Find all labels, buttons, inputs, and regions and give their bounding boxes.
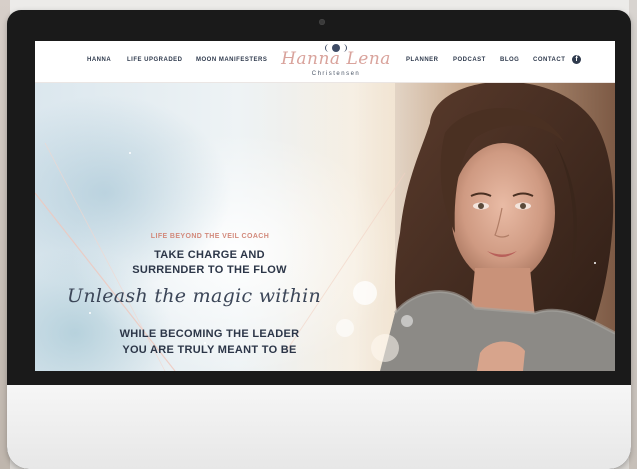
- hero-subline-2: YOU ARE TRULY MEANT TO BE: [122, 344, 297, 356]
- hero-banner: LIFE BEYOND THE VEIL COACH TAKE CHARGE A…: [35, 83, 615, 371]
- nav-link-moon-manifesters[interactable]: MOON MANIFESTERS: [196, 57, 267, 63]
- hero-subline-1: WHILE BECOMING THE LEADER: [119, 328, 300, 340]
- site-logo[interactable]: Hanna Lena Christensen: [271, 41, 401, 83]
- monitor-chin: [7, 385, 631, 469]
- top-navigation: HANNA LIFE UPGRADED MOON MANIFESTERS Han…: [35, 41, 615, 83]
- logo-script-name: Hanna Lena: [281, 49, 391, 69]
- facebook-icon[interactable]: f: [572, 55, 581, 64]
- nav-link-podcast[interactable]: PODCAST: [453, 57, 486, 63]
- nav-link-contact[interactable]: CONTACT: [533, 57, 565, 63]
- imac-monitor: HANNA LIFE UPGRADED MOON MANIFESTERS Han…: [7, 10, 631, 469]
- hero-headline-line-1: TAKE CHARGE AND: [154, 249, 265, 261]
- hero-script-tagline: Unleash the magic within: [67, 285, 322, 307]
- website-screen: HANNA LIFE UPGRADED MOON MANIFESTERS Han…: [35, 41, 615, 371]
- nav-link-hanna[interactable]: HANNA: [87, 57, 111, 63]
- hero-eyebrow: LIFE BEYOND THE VEIL COACH: [150, 233, 270, 240]
- nav-link-planner[interactable]: PLANNER: [406, 57, 439, 63]
- nav-link-blog[interactable]: BLOG: [500, 57, 519, 63]
- logo-surname: Christensen: [311, 71, 361, 77]
- nav-link-life-upgraded[interactable]: LIFE UPGRADED: [127, 57, 183, 63]
- hero-headline-line-2: SURRENDER TO THE FLOW: [132, 264, 287, 276]
- webcam: [319, 19, 325, 25]
